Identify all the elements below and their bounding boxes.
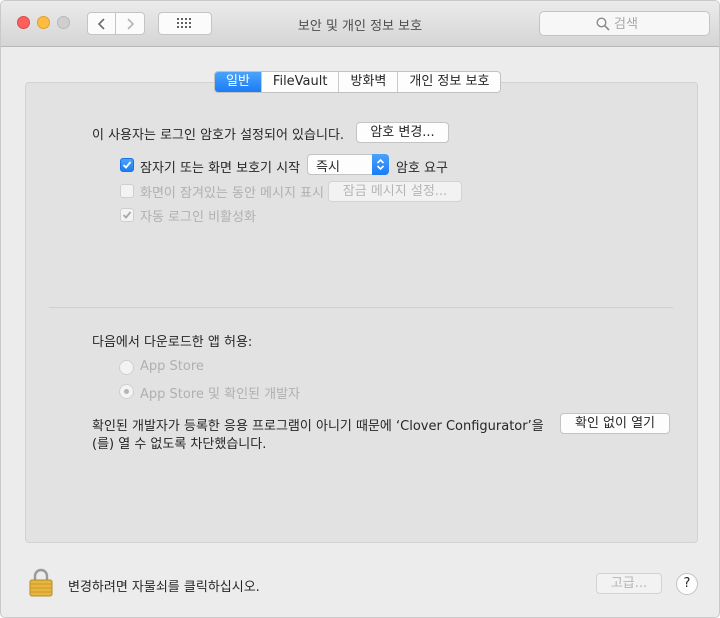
preferences-window: 보안 및 개인 정보 보호 일반 FileVault 방화벽 개인 정보 보호 …	[0, 0, 720, 618]
require-password-suffix: 암호 요구	[396, 161, 448, 176]
open-anyway-button[interactable]: 확인 없이 열기	[560, 413, 670, 434]
allow-apps-heading: 다음에서 다운로드한 앱 허용:	[92, 335, 253, 350]
password-delay-value: 즉시	[316, 160, 340, 175]
search-field[interactable]	[539, 11, 710, 36]
tab-filevault[interactable]: FileVault	[260, 72, 339, 92]
blocked-app-message-line1: 확인된 개발자가 등록한 응용 프로그램이 아니기 때문에 ‘Clover Co…	[92, 419, 544, 434]
disable-auto-login-label: 자동 로그인 비활성화	[140, 210, 256, 225]
set-lock-message-button[interactable]: 잠금 메시지 설정...	[328, 181, 462, 202]
checkmark-icon	[122, 161, 132, 169]
password-set-text: 이 사용자는 로그인 암호가 설정되어 있습니다.	[92, 128, 345, 143]
require-password-label: 잠자기 또는 화면 보호기 시작	[140, 161, 301, 176]
checkmark-icon	[122, 211, 132, 219]
tab-general[interactable]: 일반	[215, 72, 261, 92]
search-input[interactable]	[614, 15, 704, 33]
change-password-button[interactable]: 암호 변경...	[356, 122, 449, 143]
disable-auto-login-checkbox[interactable]	[120, 208, 134, 222]
radio-app-store-identified-label: App Store 및 확인된 개발자	[140, 387, 301, 402]
radio-app-store-identified[interactable]	[119, 384, 134, 399]
select-arrow	[372, 154, 389, 175]
settings-panel	[25, 82, 698, 543]
show-message-checkbox[interactable]	[120, 184, 134, 198]
chevron-updown-icon	[376, 158, 385, 171]
tab-firewall[interactable]: 방화벽	[338, 72, 397, 92]
require-password-checkbox[interactable]	[120, 158, 134, 172]
lock-icon[interactable]	[28, 567, 54, 597]
radio-selected-dot	[124, 389, 129, 394]
blocked-app-message-line2: (를) 열 수 없도록 차단했습니다.	[92, 437, 267, 452]
section-divider	[49, 307, 673, 308]
radio-app-store-label: App Store	[140, 359, 204, 374]
radio-app-store[interactable]	[119, 360, 134, 375]
search-icon	[596, 17, 610, 31]
advanced-button[interactable]: 고급...	[596, 573, 662, 594]
lock-instruction-text: 변경하려면 자물쇠를 클릭하십시오.	[68, 580, 260, 595]
title-bar: 보안 및 개인 정보 보호	[1, 1, 719, 47]
password-delay-select[interactable]: 즉시	[307, 154, 389, 175]
tab-bar: 일반 FileVault 방화벽 개인 정보 보호	[214, 71, 502, 93]
tab-privacy[interactable]: 개인 정보 보호	[397, 72, 500, 92]
help-button[interactable]: ?	[676, 573, 698, 595]
show-message-label: 화면이 잠겨있는 동안 메시지 표시	[140, 186, 324, 201]
